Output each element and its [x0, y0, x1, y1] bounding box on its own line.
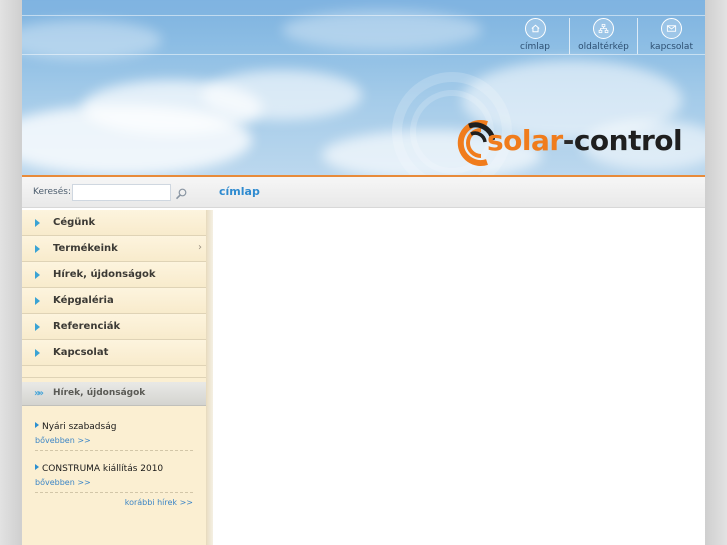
sidebar-item-products[interactable]: Termékeink › [22, 236, 206, 262]
search-input[interactable] [72, 184, 171, 201]
chevron-right-icon: › [198, 242, 202, 253]
arrow-right-icon [35, 297, 40, 305]
news-item-title[interactable]: Nyári szabadság [42, 422, 116, 432]
main-content [213, 210, 705, 545]
search-bar: Keresés: címlap [22, 177, 705, 208]
news-box-title: Hírek, újdonságok [53, 388, 146, 398]
home-icon [524, 18, 546, 39]
sidebar-item-label: Referenciák [53, 321, 121, 332]
arrow-right-icon [35, 245, 40, 253]
bullet-arrow-icon [35, 422, 39, 428]
sidebar-item-news[interactable]: Hírek, újdonságok [22, 262, 206, 288]
left-margin [0, 0, 22, 545]
sidebar: Cégünk Termékeink › Hírek, újdonságok Ké… [22, 210, 207, 545]
bullet-arrow-icon [35, 464, 39, 470]
topnav-contact-label: kapcsolat [650, 42, 693, 52]
news-read-more-link[interactable]: bővebben >> [35, 478, 193, 487]
arrow-right-icon [35, 219, 40, 227]
sidebar-item-label: Képgaléria [53, 295, 114, 306]
sidebar-item-label: Hírek, újdonságok [53, 269, 156, 280]
sidebar-item-label: Kapcsolat [53, 347, 109, 358]
logo-wordmark: solar-control [487, 124, 683, 158]
topnav-sitemap-label: oldaltérkép [578, 42, 629, 52]
news-item-title[interactable]: CONSTRUMA kiállítás 2010 [42, 464, 163, 474]
sidebar-item-references[interactable]: Referenciák [22, 314, 206, 340]
logo-dash-text: - [562, 124, 575, 157]
topnav-sitemap[interactable]: oldaltérkép [569, 18, 637, 54]
news-item: CONSTRUMA kiállítás 2010 bővebben >> [35, 456, 193, 493]
double-arrow-icon: »» [34, 388, 44, 399]
cloud [202, 70, 362, 120]
search-icon[interactable] [174, 186, 188, 200]
older-news-link[interactable]: korábbi hírek >> [35, 498, 193, 507]
sidebar-item-company[interactable]: Cégünk [22, 210, 206, 236]
arrow-right-icon [35, 323, 40, 331]
header-banner: címlap oldaltérkép kapcsolat solar-contr… [22, 0, 705, 177]
arrow-right-icon [35, 349, 40, 357]
sidebar-item-contact[interactable]: Kapcsolat [22, 340, 206, 366]
menu-divider [22, 366, 206, 378]
topnav-home-label: címlap [520, 42, 550, 52]
logo-control-text: control [573, 124, 683, 157]
solar-control-logo[interactable]: solar-control [447, 114, 692, 168]
news-box-header: »» Hírek, újdonságok [22, 382, 206, 406]
logo-solar-text: solar [487, 124, 563, 157]
right-margin [705, 0, 727, 545]
arrow-right-icon [35, 271, 40, 279]
search-label: Keresés: [33, 187, 71, 197]
sidebar-item-label: Cégünk [53, 217, 96, 228]
sidebar-item-gallery[interactable]: Képgaléria [22, 288, 206, 314]
sidebar-item-label: Termékeink [53, 243, 118, 254]
page: címlap oldaltérkép kapcsolat solar-contr… [22, 0, 705, 545]
news-read-more-link[interactable]: bővebben >> [35, 436, 193, 445]
news-item: Nyári szabadság bővebben >> [35, 414, 193, 451]
topnav-contact[interactable]: kapcsolat [637, 18, 705, 54]
news-list: Nyári szabadság bővebben >> CONSTRUMA ki… [22, 406, 206, 507]
topnav-home[interactable]: címlap [501, 18, 569, 54]
sitemap-icon [593, 18, 614, 39]
mail-icon [661, 18, 682, 39]
top-navigation: címlap oldaltérkép kapcsolat [501, 18, 705, 54]
page-title: címlap [219, 185, 260, 198]
